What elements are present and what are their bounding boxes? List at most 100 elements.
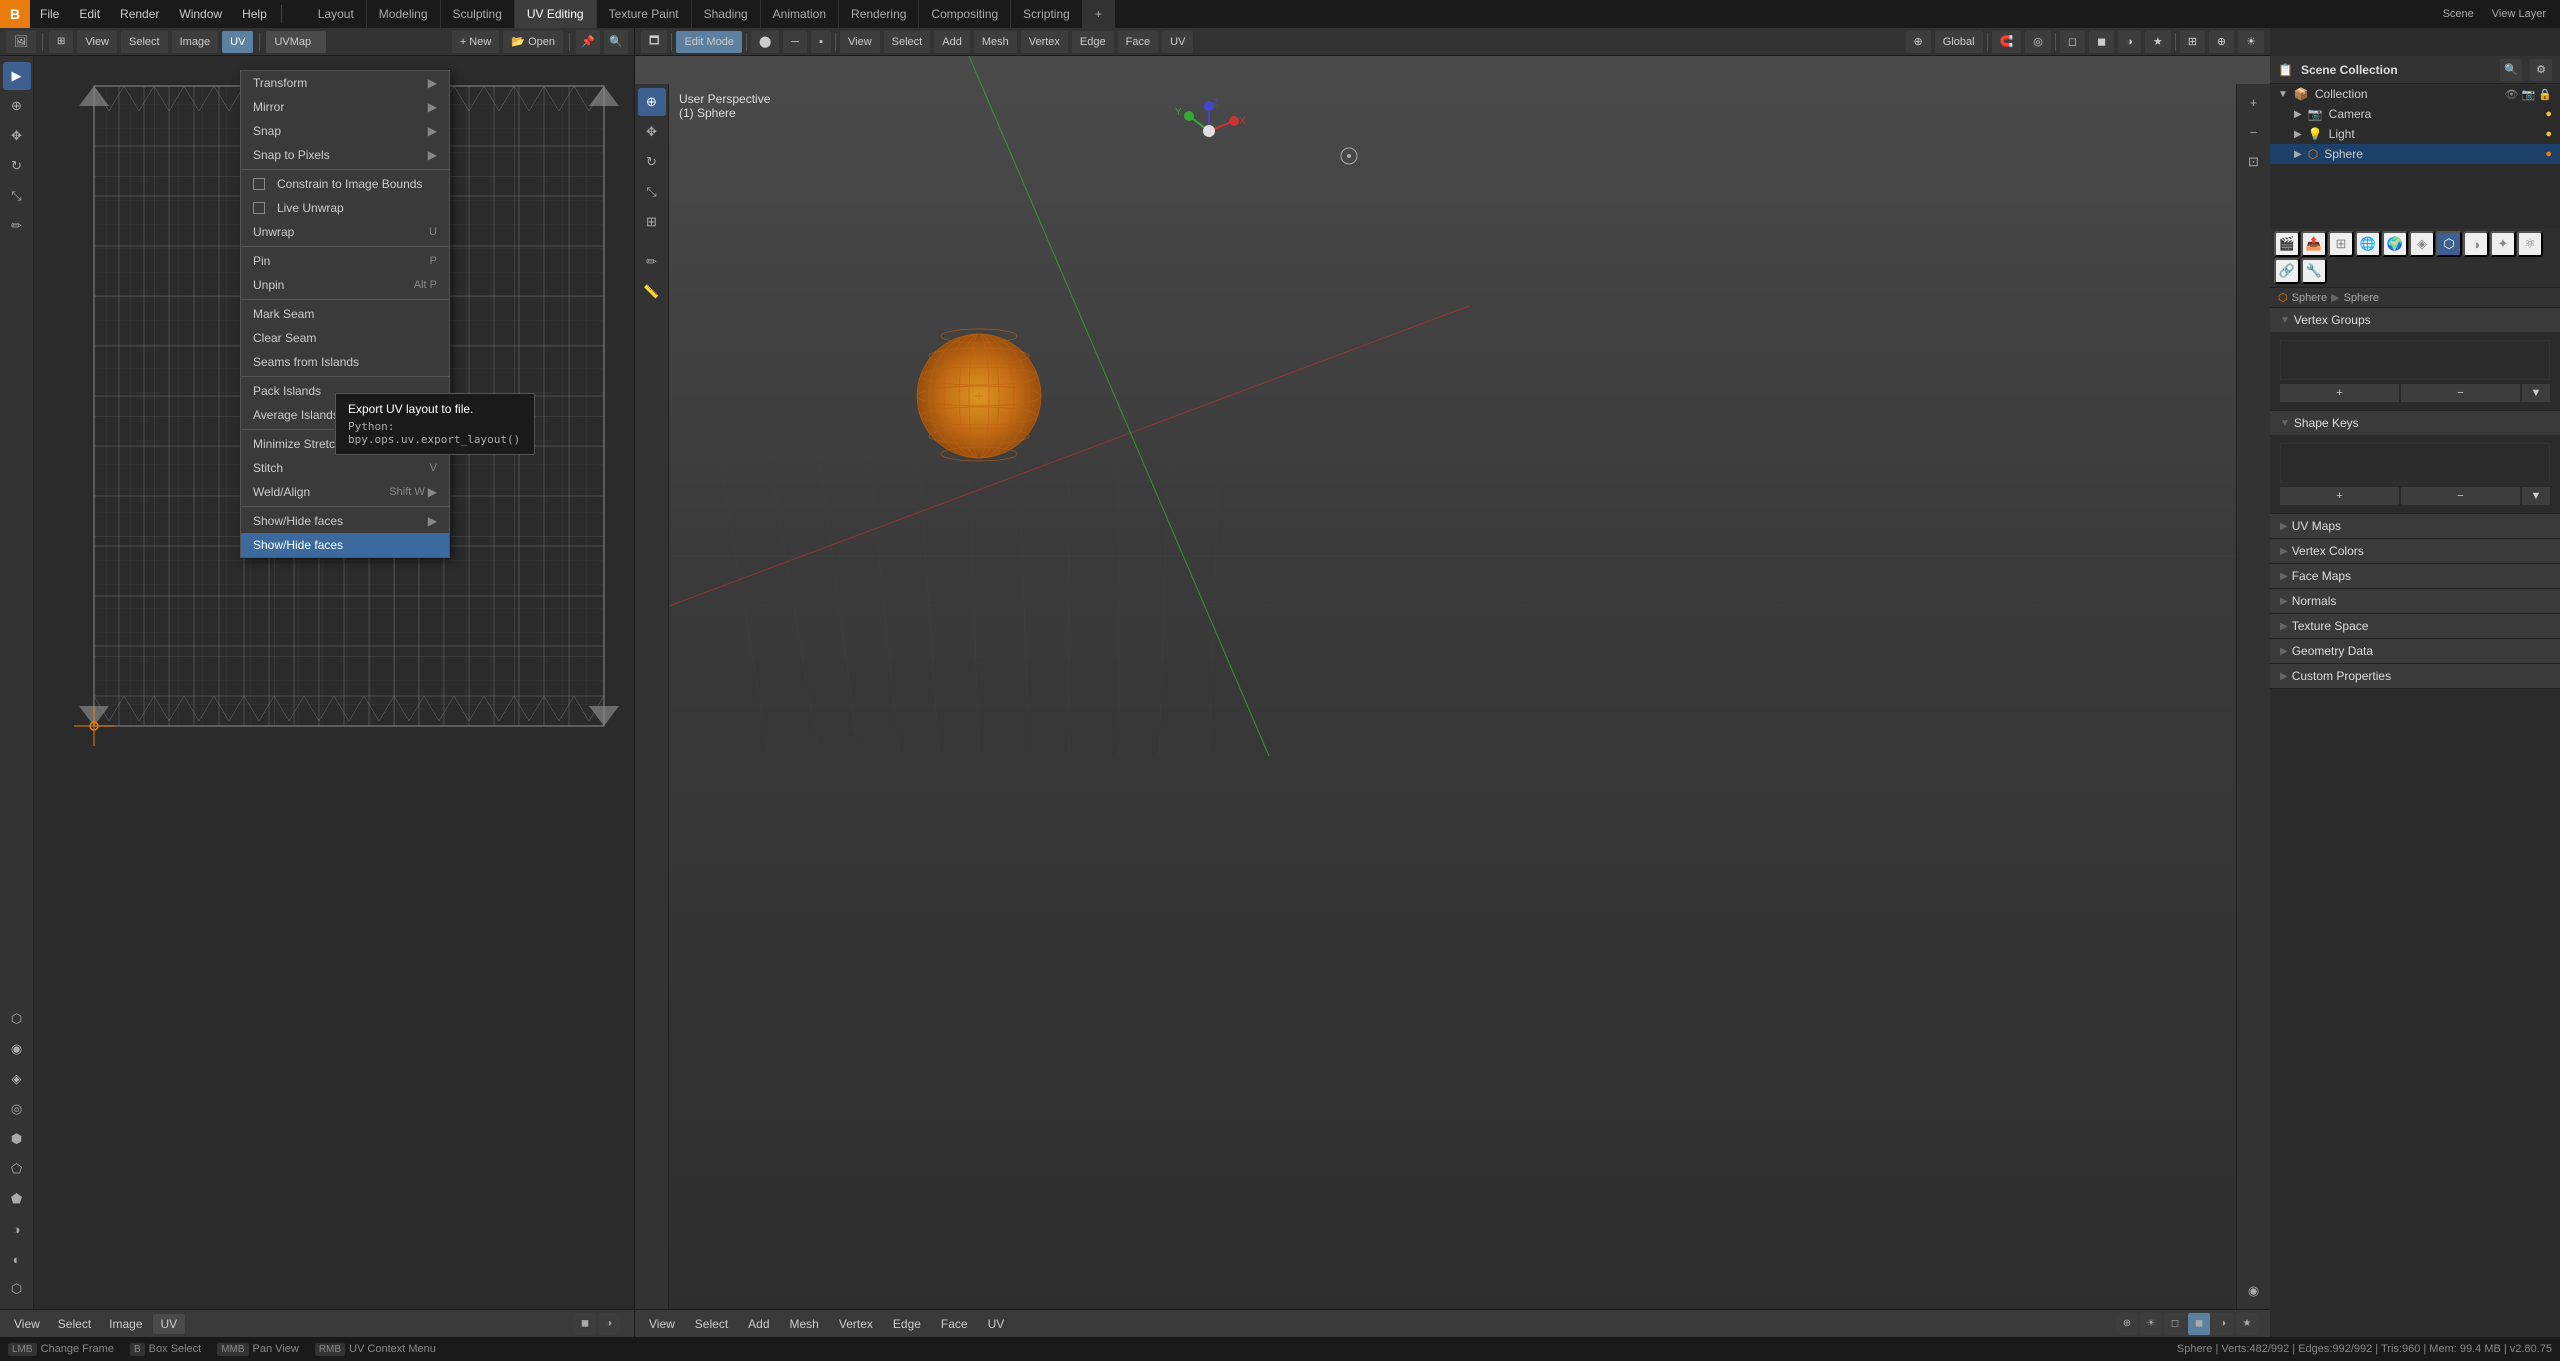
vp-show-gizmo[interactable]: ⊞ bbox=[2180, 31, 2205, 53]
dd-snap-to-pixels[interactable]: Snap to Pixels ▶ bbox=[241, 143, 449, 167]
dd-unpin[interactable]: Unpin Alt P bbox=[241, 273, 449, 297]
vp-vertex-select[interactable]: ⬤ bbox=[751, 31, 779, 53]
vp-pivot-select[interactable]: Global bbox=[1935, 31, 1983, 53]
open-image-btn[interactable]: 📂 Open bbox=[503, 31, 563, 53]
vp-xray[interactable]: ☀ bbox=[2238, 31, 2264, 53]
prop-section-uv-maps-header[interactable]: ▶ UV Maps bbox=[2270, 514, 2560, 538]
vg-remove-btn[interactable]: − bbox=[2401, 384, 2520, 402]
prop-section-custom-properties-header[interactable]: ▶ Custom Properties bbox=[2270, 664, 2560, 688]
sk-options-btn[interactable]: ▼ bbox=[2522, 487, 2550, 505]
vp-face-select[interactable]: ▪ bbox=[811, 31, 831, 53]
dd-transform[interactable]: Transform ▶ bbox=[241, 71, 449, 95]
uv-annotate-tool[interactable]: ✏ bbox=[3, 212, 31, 240]
prop-tab-scene[interactable]: 🌐 bbox=[2355, 231, 2381, 257]
dd-clear-seam[interactable]: Clear Seam bbox=[241, 326, 449, 350]
dd-pin[interactable]: Pin P bbox=[241, 249, 449, 273]
dd-stitch[interactable]: Stitch V bbox=[241, 456, 449, 480]
vp-select-menu[interactable]: Select bbox=[884, 31, 931, 53]
vp-tool-scale[interactable]: ⤡ bbox=[638, 178, 666, 206]
uv-mode-btn[interactable]: ⊞ bbox=[49, 31, 73, 53]
vp-add-menu[interactable]: Add bbox=[934, 31, 970, 53]
dd-weld-align[interactable]: Weld/Align Shift W ▶ bbox=[241, 480, 449, 504]
uv-rotate-tool[interactable]: ↻ bbox=[3, 152, 31, 180]
workspace-compositing[interactable]: Compositing bbox=[919, 0, 1011, 28]
vp-proportional-edit[interactable]: ◎ bbox=[2025, 31, 2051, 53]
uv-tool-extra7[interactable]: ⬟ bbox=[3, 1185, 31, 1213]
vp-bottom-select[interactable]: Select bbox=[687, 1315, 736, 1333]
prop-section-shape-keys-header[interactable]: ▼ Shape Keys bbox=[2270, 411, 2560, 435]
sk-remove-btn[interactable]: − bbox=[2401, 487, 2520, 505]
vp-local-view[interactable]: ◉ bbox=[2240, 1277, 2268, 1305]
prop-tab-output[interactable]: 📤 bbox=[2301, 231, 2327, 257]
vp-tool-move[interactable]: ✥ bbox=[638, 118, 666, 146]
uv-cursor-tool[interactable]: ⊕ bbox=[3, 92, 31, 120]
uv-scale-tool[interactable]: ⤡ bbox=[3, 182, 31, 210]
vp-shading-material[interactable]: ◑ bbox=[2118, 31, 2141, 53]
vp-mode-select[interactable]: Edit Mode bbox=[676, 31, 742, 53]
vp-bottom-view[interactable]: View bbox=[641, 1315, 683, 1333]
outliner-item-camera[interactable]: ▶ 📷 Camera ● bbox=[2270, 104, 2560, 124]
vp-tool-annotate[interactable]: ✏ bbox=[638, 248, 666, 276]
workspace-texture-paint[interactable]: Texture Paint bbox=[597, 0, 692, 28]
viewport-canvas[interactable]: ⊕ ✥ ↻ ⤡ ⊞ ✏ 📏 + − ⊡ ◉ User Perspective (… bbox=[635, 56, 2270, 1337]
dd-show-hide-faces[interactable]: Show/Hide faces ▶ bbox=[241, 509, 449, 533]
prop-tab-object[interactable]: ◈ bbox=[2409, 231, 2435, 257]
prop-section-geometry-data-header[interactable]: ▶ Geometry Data bbox=[2270, 639, 2560, 663]
prop-tab-world[interactable]: 🌍 bbox=[2382, 231, 2408, 257]
vp-shading-rend-icon[interactable]: ★ bbox=[2236, 1313, 2258, 1335]
uv-tool-extra10[interactable]: ⬡ bbox=[3, 1275, 31, 1303]
dd-constrain[interactable]: Constrain to Image Bounds bbox=[241, 172, 449, 196]
constrain-checkbox[interactable] bbox=[253, 178, 265, 190]
vp-shading-mat-icon[interactable]: ◑ bbox=[2212, 1313, 2234, 1335]
outliner-item-sphere[interactable]: ▶ ⬡ Sphere ● bbox=[2270, 144, 2560, 164]
vp-uv-menu[interactable]: UV bbox=[1162, 31, 1193, 53]
vp-editor-type[interactable]: 🗖 bbox=[641, 31, 667, 53]
outliner-filter-btn[interactable]: 🔍 bbox=[2500, 59, 2522, 81]
outliner-options-btn[interactable]: ⚙ bbox=[2530, 59, 2552, 81]
view-layer-selector[interactable]: View Layer bbox=[2486, 6, 2552, 22]
workspace-shading[interactable]: Shading bbox=[692, 0, 761, 28]
menu-edit[interactable]: Edit bbox=[69, 0, 110, 28]
vp-mesh-menu[interactable]: Mesh bbox=[974, 31, 1017, 53]
vp-vertex-menu[interactable]: Vertex bbox=[1021, 31, 1068, 53]
menu-file[interactable]: File bbox=[30, 0, 69, 28]
vp-bottom-uv[interactable]: UV bbox=[980, 1315, 1013, 1333]
workspace-rendering[interactable]: Rendering bbox=[839, 0, 919, 28]
workspace-scripting[interactable]: Scripting bbox=[1011, 0, 1083, 28]
uv-menu-view[interactable]: View bbox=[6, 1314, 48, 1334]
uv-tool-extra6[interactable]: ⬠ bbox=[3, 1155, 31, 1183]
vp-bottom-face[interactable]: Face bbox=[933, 1315, 976, 1333]
dd-export-uv-layout[interactable]: Show/Hide faces bbox=[241, 533, 449, 557]
outliner-item-collection[interactable]: ▼ 📦 Collection 👁 📷 🔒 bbox=[2270, 84, 2560, 104]
vp-shading-solid-icon[interactable]: ◼ bbox=[2188, 1313, 2210, 1335]
prop-tab-mesh[interactable]: ⬡ bbox=[2436, 231, 2462, 257]
prop-tab-render[interactable]: 🎬 bbox=[2274, 231, 2300, 257]
vp-tool-rotate[interactable]: ↻ bbox=[638, 148, 666, 176]
prop-tab-physics[interactable]: ⚛ bbox=[2517, 231, 2543, 257]
menu-help[interactable]: Help bbox=[232, 0, 277, 28]
vp-view-selected[interactable]: ⊡ bbox=[2240, 148, 2268, 176]
live-unwrap-checkbox[interactable] bbox=[253, 202, 265, 214]
vp-transform-pivot[interactable]: ⊕ bbox=[1906, 31, 1931, 53]
vp-xray-icon[interactable]: ☀ bbox=[2140, 1313, 2162, 1335]
uv-menu-select[interactable]: Select bbox=[50, 1314, 99, 1334]
uv-tool-extra8[interactable]: ◑ bbox=[3, 1215, 31, 1243]
vp-face-menu[interactable]: Face bbox=[1118, 31, 1158, 53]
prop-section-texture-space-header[interactable]: ▶ Texture Space bbox=[2270, 614, 2560, 638]
uv-tool-extra3[interactable]: ◈ bbox=[3, 1065, 31, 1093]
workspace-add[interactable]: + bbox=[1083, 0, 1115, 28]
workspace-layout[interactable]: Layout bbox=[306, 0, 367, 28]
prop-tab-constraints[interactable]: 🔗 bbox=[2274, 258, 2300, 284]
vp-view-menu[interactable]: View bbox=[840, 31, 880, 53]
vp-shading-wire-icon[interactable]: ◻ bbox=[2164, 1313, 2186, 1335]
vp-tool-cursor[interactable]: ⊕ bbox=[638, 88, 666, 116]
prop-section-vertex-colors-header[interactable]: ▶ Vertex Colors bbox=[2270, 539, 2560, 563]
uv-menu-uv[interactable]: UV bbox=[153, 1314, 186, 1334]
vp-bottom-mesh[interactable]: Mesh bbox=[782, 1315, 827, 1333]
pin-icon-btn[interactable]: 📌 bbox=[576, 30, 600, 54]
uv-select-tool[interactable]: ▶ bbox=[3, 62, 31, 90]
prop-tab-modifiers[interactable]: 🔧 bbox=[2301, 258, 2327, 284]
vp-tool-transform[interactable]: ⊞ bbox=[638, 208, 666, 236]
dd-live-unwrap[interactable]: Live Unwrap bbox=[241, 196, 449, 220]
prop-section-vertex-groups-header[interactable]: ▼ Vertex Groups bbox=[2270, 308, 2560, 332]
